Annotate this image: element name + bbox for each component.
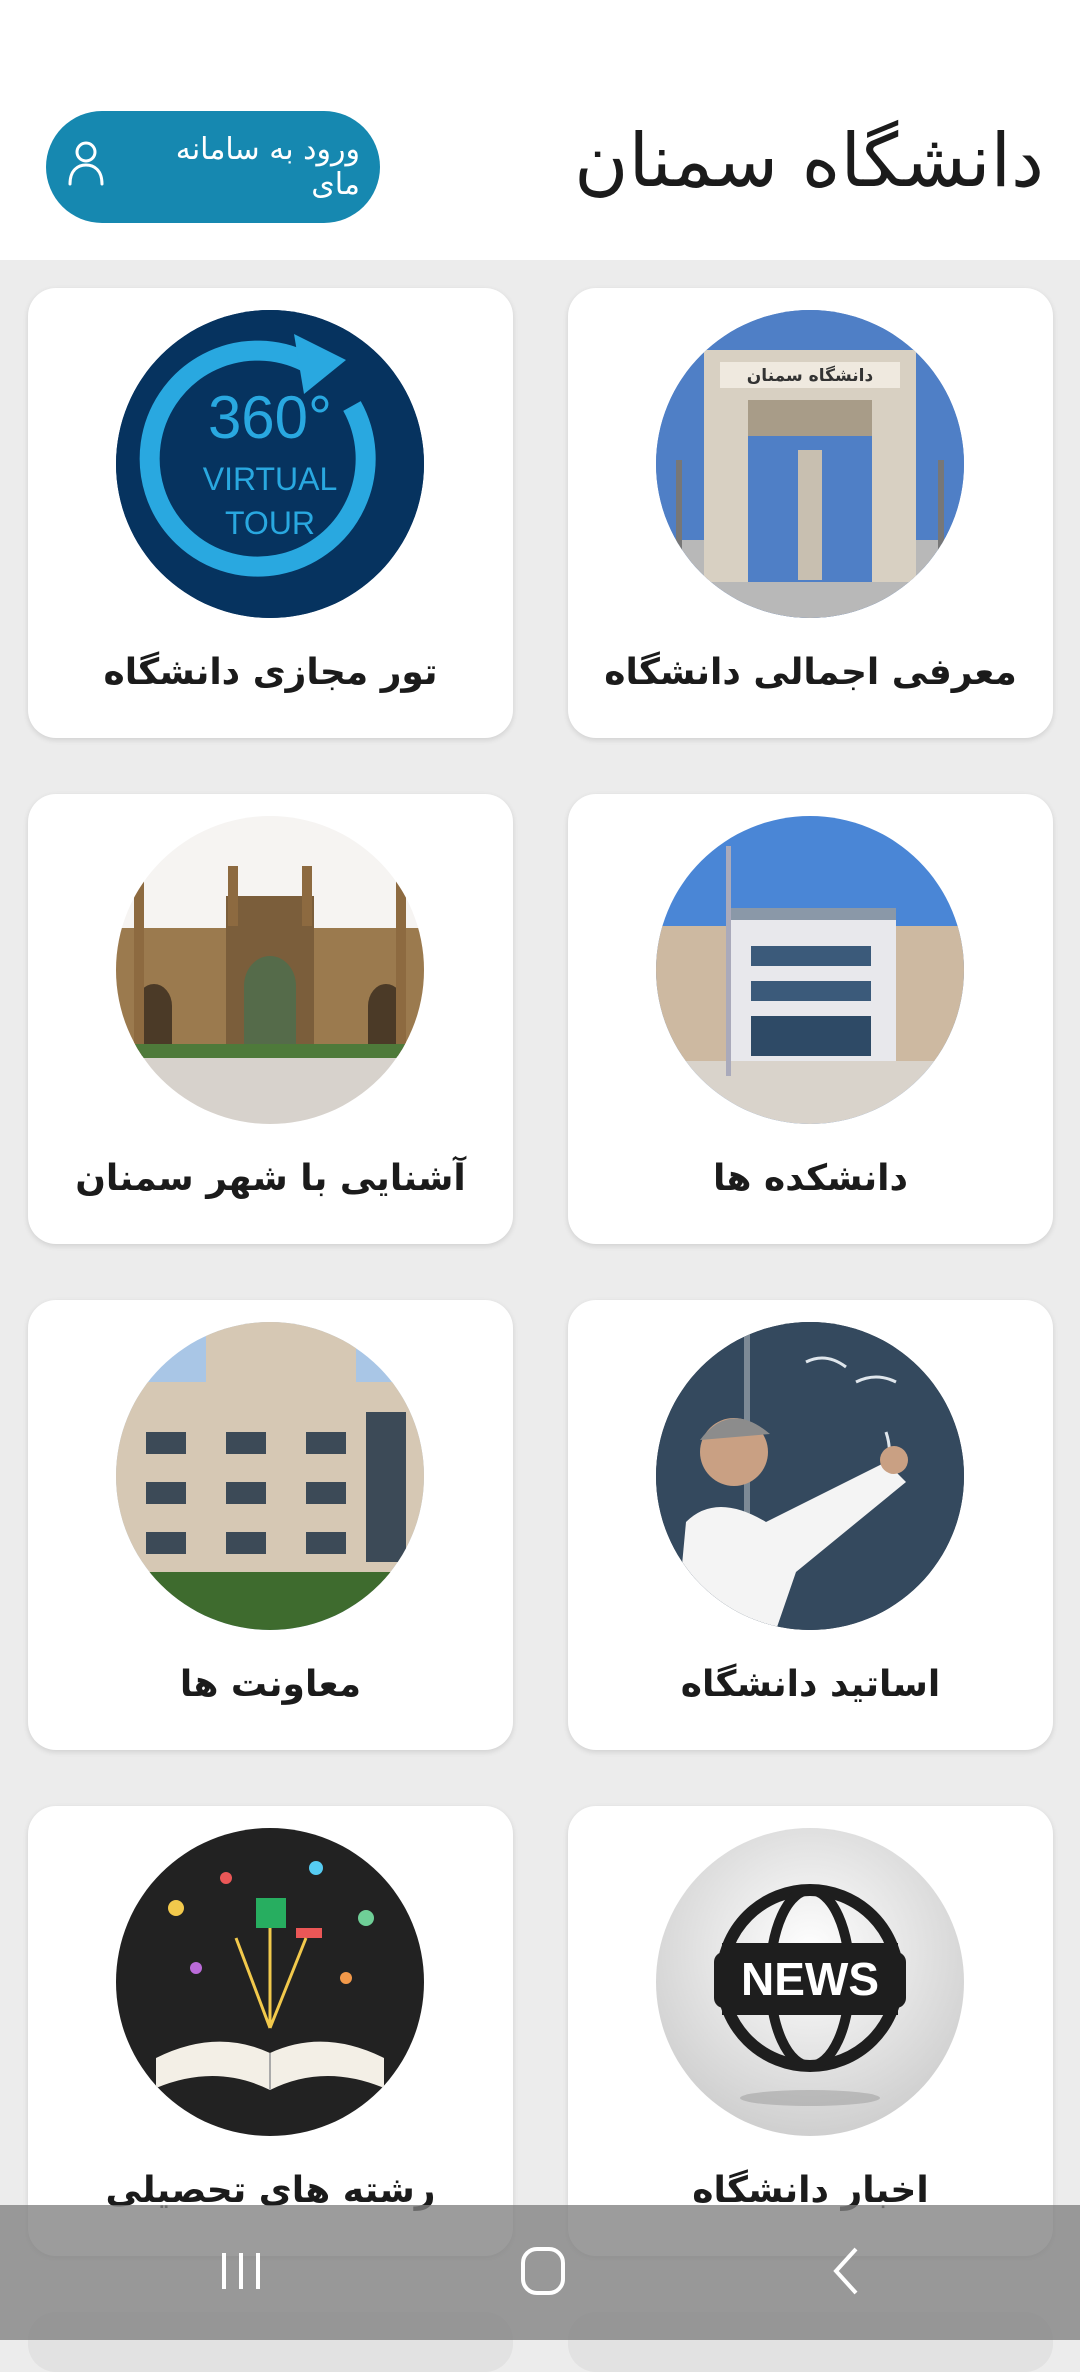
card-news[interactable]: NEWS اخبار دانشگاه [568, 1806, 1053, 2256]
office-building-photo [116, 1322, 424, 1630]
semnan-gate-photo [116, 816, 424, 1124]
news-globe-icon: NEWS [656, 1828, 964, 2136]
card-virtual-tour[interactable]: 360° VIRTUAL TOUR تور مجازی دانشگاه [28, 288, 513, 738]
card-label: آشنایی با شهر سمنان [75, 1158, 466, 1199]
open-book-icon [116, 1828, 424, 2136]
card-university-intro[interactable]: دانشگاه سمنان معرفی اجمالی دانشگاه [568, 288, 1053, 738]
university-gate-photo: دانشگاه سمنان [656, 310, 964, 618]
tour-line-2: TOUR [225, 505, 315, 541]
login-button-label: ورود به سامانه مای [175, 132, 360, 202]
faculty-building-photo [656, 816, 964, 1124]
login-button[interactable]: ورود به سامانه مای [46, 111, 380, 223]
card-deputies[interactable]: معاونت ها [28, 1300, 513, 1750]
recent-apps-icon[interactable] [206, 2241, 276, 2301]
news-text: NEWS [741, 1953, 879, 2005]
card-professors[interactable]: اساتید دانشگاه [568, 1300, 1053, 1750]
card-study-fields[interactable]: رشته های تحصیلی [28, 1806, 513, 2256]
card-label: تور مجازی دانشگاه [103, 652, 438, 693]
home-icon[interactable] [508, 2241, 578, 2301]
gate-sign-text: دانشگاه سمنان [747, 365, 874, 386]
tour-number: 360° [208, 384, 332, 451]
card-semnan-city[interactable]: آشنایی با شهر سمنان [28, 794, 513, 1244]
virtual-tour-360-icon: 360° VIRTUAL TOUR [116, 310, 424, 618]
card-label: دانشکده ها [713, 1158, 908, 1199]
card-faculties[interactable]: دانشکده ها [568, 794, 1053, 1244]
page-title: دانشگاه سمنان [574, 118, 1044, 204]
app-header: دانشگاه سمنان ورود به سامانه مای [0, 0, 1080, 260]
card-label: معاونت ها [179, 1664, 362, 1705]
professor-blackboard-photo [656, 1322, 964, 1630]
back-icon[interactable] [812, 2241, 882, 2301]
user-icon [66, 140, 106, 194]
system-navigation-bar [0, 2205, 1080, 2340]
tour-line-1: VIRTUAL [203, 461, 338, 497]
card-label: معرفی اجمالی دانشگاه [604, 652, 1017, 693]
card-label: اساتید دانشگاه [680, 1664, 941, 1705]
